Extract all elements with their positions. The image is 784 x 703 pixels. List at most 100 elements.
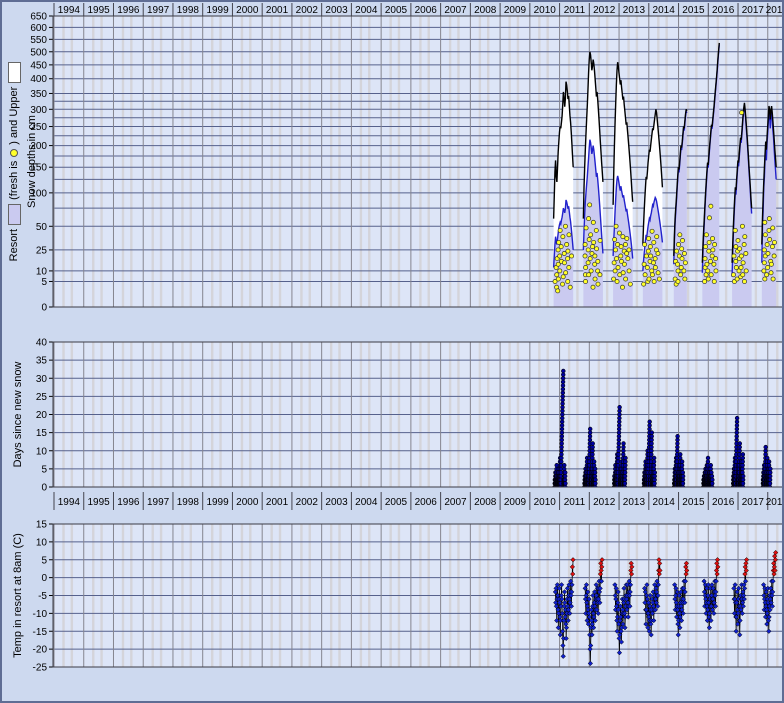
year-label: 2008 <box>474 497 497 508</box>
year-label: 1995 <box>87 497 110 508</box>
days-since-snow-dot <box>588 438 592 442</box>
year-label: 2004 <box>355 497 378 508</box>
fresh-snow-dot <box>557 240 561 244</box>
fresh-snow-dot <box>707 249 711 253</box>
days-since-snow-dot <box>768 478 772 482</box>
days-since-snow-dot <box>560 434 564 438</box>
days-since-snow-dot <box>648 427 652 431</box>
fresh-snow-dot <box>590 245 594 249</box>
year-label: 2017 <box>742 497 765 508</box>
fresh-snow-dot <box>675 262 679 266</box>
fresh-snow-dot <box>615 279 619 283</box>
fresh-snow-dot <box>652 240 656 244</box>
days-since-snow-dot <box>741 478 745 482</box>
fresh-snow-dot <box>588 203 592 207</box>
days-since-snow-dot <box>617 445 621 449</box>
fresh-snow-dot <box>593 277 597 281</box>
fresh-snow-dot <box>712 242 716 246</box>
fresh-snow-dot <box>675 249 679 253</box>
fresh-snow-dot <box>683 277 687 281</box>
fresh-snow-dot <box>742 279 746 283</box>
days-since-snow-dot <box>650 442 654 446</box>
days-since-snow-dot <box>593 467 597 471</box>
fresh-snow-dot <box>591 285 595 289</box>
days-since-snow-dot <box>561 391 565 395</box>
fresh-snow-dot <box>559 245 563 249</box>
year-label: 2018 <box>766 497 784 508</box>
fresh-snow-dot <box>676 269 680 273</box>
snow-tick-label: 25 <box>36 245 48 256</box>
fresh-snow-dot <box>678 233 682 237</box>
snow-history-page: 0510255010015020025030035040045050055060… <box>0 0 784 703</box>
fresh-snow-dot <box>646 249 650 253</box>
snow-tick-label: 50 <box>36 222 48 233</box>
fresh-snow-dot <box>586 248 590 252</box>
fresh-snow-dot <box>619 245 623 249</box>
temp-tick-label: -20 <box>33 645 48 656</box>
fresh-snow-dot <box>619 254 623 258</box>
year-label: 2003 <box>325 497 348 508</box>
fresh-snow-dot <box>592 240 596 244</box>
days-since-snow-dot <box>561 387 565 391</box>
fresh-snow-dot <box>706 277 710 281</box>
fresh-snow-dot <box>616 265 620 269</box>
year-label: 1994 <box>58 497 81 508</box>
days-since-snow-dot <box>681 474 685 478</box>
days-since-snow-dot <box>591 449 595 453</box>
fresh-snow-dot <box>768 237 772 241</box>
year-label: 1995 <box>87 5 110 16</box>
fresh-snow-dot <box>769 271 773 275</box>
days-since-snow-dot <box>623 463 627 467</box>
fresh-snow-dot <box>762 261 766 265</box>
days-since-snow-dot <box>709 471 713 475</box>
days-since-snow-dot <box>706 460 710 464</box>
year-label: 2015 <box>682 5 705 16</box>
fresh-snow-dot <box>588 256 592 260</box>
days-since-snow-dot <box>560 452 564 456</box>
fresh-snow-dot <box>558 254 562 258</box>
days-since-snow-dot <box>617 452 621 456</box>
days-since-snow-dot <box>735 427 739 431</box>
fresh-snow-dot <box>650 273 654 277</box>
days-since-snow-dot <box>592 460 596 464</box>
fresh-snow-dot <box>744 269 748 273</box>
fresh-snow-dot <box>765 273 769 277</box>
days-since-snow-dot <box>593 471 597 475</box>
days-since-snow-dot <box>560 427 564 431</box>
fresh-snow-dot <box>555 273 559 277</box>
days-since-snow-dot <box>588 434 592 438</box>
fresh-snow-dot <box>714 269 718 273</box>
fresh-snow-dot <box>763 233 767 237</box>
temp-tick-label: -10 <box>33 609 48 620</box>
days-since-snow-dot <box>741 467 745 471</box>
fresh-snow-dot <box>586 261 590 265</box>
year-label: 2002 <box>296 497 319 508</box>
days-since-snow-dot <box>710 481 714 485</box>
fresh-snow-dot <box>626 256 630 260</box>
fresh-snow-dot <box>771 277 775 281</box>
fresh-snow-dot <box>707 216 711 220</box>
fresh-snow-dot <box>676 279 680 283</box>
fresh-snow-dot <box>594 228 598 232</box>
days-since-snow-dot <box>741 456 745 460</box>
year-label: 2002 <box>296 5 319 16</box>
days-since-snow-dot <box>618 405 622 409</box>
fresh-snow-dot <box>738 247 742 251</box>
days-since-snow-dot <box>559 456 563 460</box>
fresh-snow-dot <box>769 262 773 266</box>
days-since-snow-dot <box>617 427 621 431</box>
fresh-snow-dot <box>623 242 627 246</box>
days-since-snow-dot <box>650 431 654 435</box>
days-since-snow-dot <box>741 471 745 475</box>
days-since-snow-dot <box>653 478 657 482</box>
fresh-snow-dot <box>734 259 738 263</box>
snow-tick-label: 200 <box>30 141 47 152</box>
year-label: 2018 <box>766 5 784 16</box>
days-since-snow-dot <box>681 481 685 485</box>
days-since-snow-dot <box>591 452 595 456</box>
fresh-snow-dot <box>644 254 648 258</box>
fresh-snow-dot <box>589 269 593 273</box>
days-since-snow-dot <box>560 420 564 424</box>
fresh-snow-dot <box>584 226 588 230</box>
fresh-snow-dot <box>627 269 631 273</box>
